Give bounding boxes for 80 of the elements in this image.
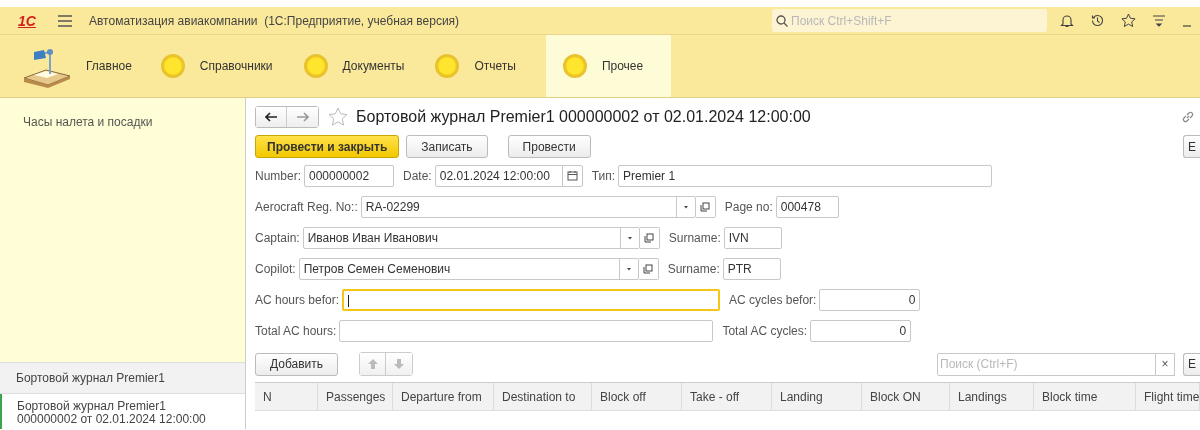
- logo[interactable]: 1С: [18, 12, 48, 29]
- column-header[interactable]: Block time: [1034, 383, 1136, 410]
- column-header[interactable]: Passenges: [318, 383, 393, 410]
- field-label: Aerocraft Reg. No::: [255, 199, 358, 214]
- star-icon[interactable]: [328, 107, 348, 127]
- history-icon[interactable]: [1090, 13, 1105, 28]
- column-header[interactable]: Landings: [950, 383, 1034, 410]
- input-field[interactable]: [342, 288, 721, 311]
- field-label: Page no:: [724, 199, 773, 214]
- search-field[interactable]: Поиск (Ctrl+F): [937, 352, 1156, 376]
- section-tab[interactable]: Главное: [20, 35, 146, 97]
- field-label: Date:: [403, 168, 432, 183]
- field-label: Captain:: [255, 230, 300, 245]
- column-header[interactable]: Flight time: [1136, 383, 1200, 410]
- search-field[interactable]: Поиск Ctrl+Shift+F: [772, 9, 1047, 32]
- bell-icon[interactable]: [1060, 13, 1074, 28]
- open-button[interactable]: [639, 226, 660, 249]
- input-field[interactable]: 0: [819, 288, 921, 311]
- field-label: Copilot:: [255, 261, 296, 276]
- menu-icon[interactable]: [58, 14, 72, 27]
- left-arrow-icon: [265, 112, 277, 122]
- column-header[interactable]: N: [255, 383, 318, 410]
- down-arrow-icon: [394, 359, 405, 369]
- section-tab[interactable]: Отчеты: [434, 35, 532, 97]
- open-window-icon: [700, 201, 711, 212]
- column-header[interactable]: Block off: [592, 383, 682, 410]
- field-label: Total AC hours:: [255, 323, 337, 338]
- window-title: Автоматизация авиакомпании (1С:Предприятие, учебная версия): [89, 13, 460, 28]
- more-button[interactable]: Е: [1183, 135, 1200, 158]
- column-header[interactable]: Block ON: [862, 383, 950, 410]
- field-label: Total AC cycles:: [722, 323, 808, 338]
- up-arrow-icon: [367, 359, 378, 369]
- circle-icon: [159, 53, 186, 79]
- toolbar-button[interactable]: Записать: [406, 135, 488, 158]
- open-window-icon: [643, 263, 654, 274]
- star-icon[interactable]: [1121, 13, 1136, 28]
- field-label: Surname:: [667, 261, 720, 276]
- toolbar-button[interactable]: Провести: [507, 135, 591, 158]
- circle-icon: [561, 53, 588, 79]
- back-button[interactable]: [256, 107, 287, 127]
- clear-button[interactable]: ×: [1156, 352, 1175, 376]
- field-label: Surname:: [668, 230, 721, 245]
- column-header[interactable]: Landing: [772, 383, 862, 410]
- open-button[interactable]: [695, 195, 716, 218]
- open-button[interactable]: [638, 257, 659, 280]
- input-field[interactable]: RA-02299: [360, 195, 696, 218]
- open-windows-header: Бортовой журнал Premier1: [0, 362, 245, 394]
- input-field[interactable]: Иванов Иван Иванович: [302, 226, 640, 249]
- circle-icon: [434, 53, 461, 79]
- input-field[interactable]: IVN: [723, 226, 782, 249]
- sidebar-item[interactable]: Часы налета и посадки: [23, 115, 153, 129]
- link-icon[interactable]: [1181, 110, 1195, 124]
- column-header[interactable]: Destination to: [494, 383, 592, 410]
- field-label: Number:: [255, 168, 301, 183]
- column-header[interactable]: Departure from: [393, 383, 494, 410]
- section-tab[interactable]: Документы: [302, 35, 421, 97]
- input-field[interactable]: 02.01.2024 12:00:00: [434, 164, 583, 187]
- field-label: AC cycles befor:: [729, 292, 817, 307]
- input-field[interactable]: 0: [810, 319, 912, 342]
- more-button[interactable]: Е: [1183, 352, 1200, 376]
- filter-list-icon[interactable]: [1152, 13, 1166, 28]
- search-icon: [776, 15, 788, 27]
- column-header[interactable]: Take - off: [682, 383, 772, 410]
- open-window-item[interactable]: Бортовой журнал Premier1 000000002 от 02.01.2024 12:00:00: [0, 394, 245, 429]
- section-tab[interactable]: Прочее: [545, 35, 672, 97]
- input-field[interactable]: Premier 1: [618, 164, 993, 187]
- input-field[interactable]: PTR: [722, 257, 781, 280]
- post-and-close-button[interactable]: Провести и закрыть: [255, 135, 400, 158]
- document-title: Бортовой журнал Premier1 000000002 от 02.01.2024 12:00:00: [356, 108, 811, 126]
- field-label: AC hours befor:: [255, 292, 340, 307]
- input-field[interactable]: 000478: [775, 195, 839, 218]
- input-field[interactable]: [339, 319, 714, 342]
- circle-icon: [302, 53, 329, 79]
- add-button[interactable]: Добавить: [255, 352, 339, 376]
- section-tab[interactable]: Справочники: [159, 35, 289, 97]
- right-arrow-icon: [296, 112, 309, 122]
- input-field[interactable]: 000000002: [304, 164, 394, 187]
- open-window-icon: [644, 232, 655, 243]
- input-field[interactable]: Петров Семен Семенович: [298, 257, 639, 280]
- field-label: Тип:: [591, 168, 616, 183]
